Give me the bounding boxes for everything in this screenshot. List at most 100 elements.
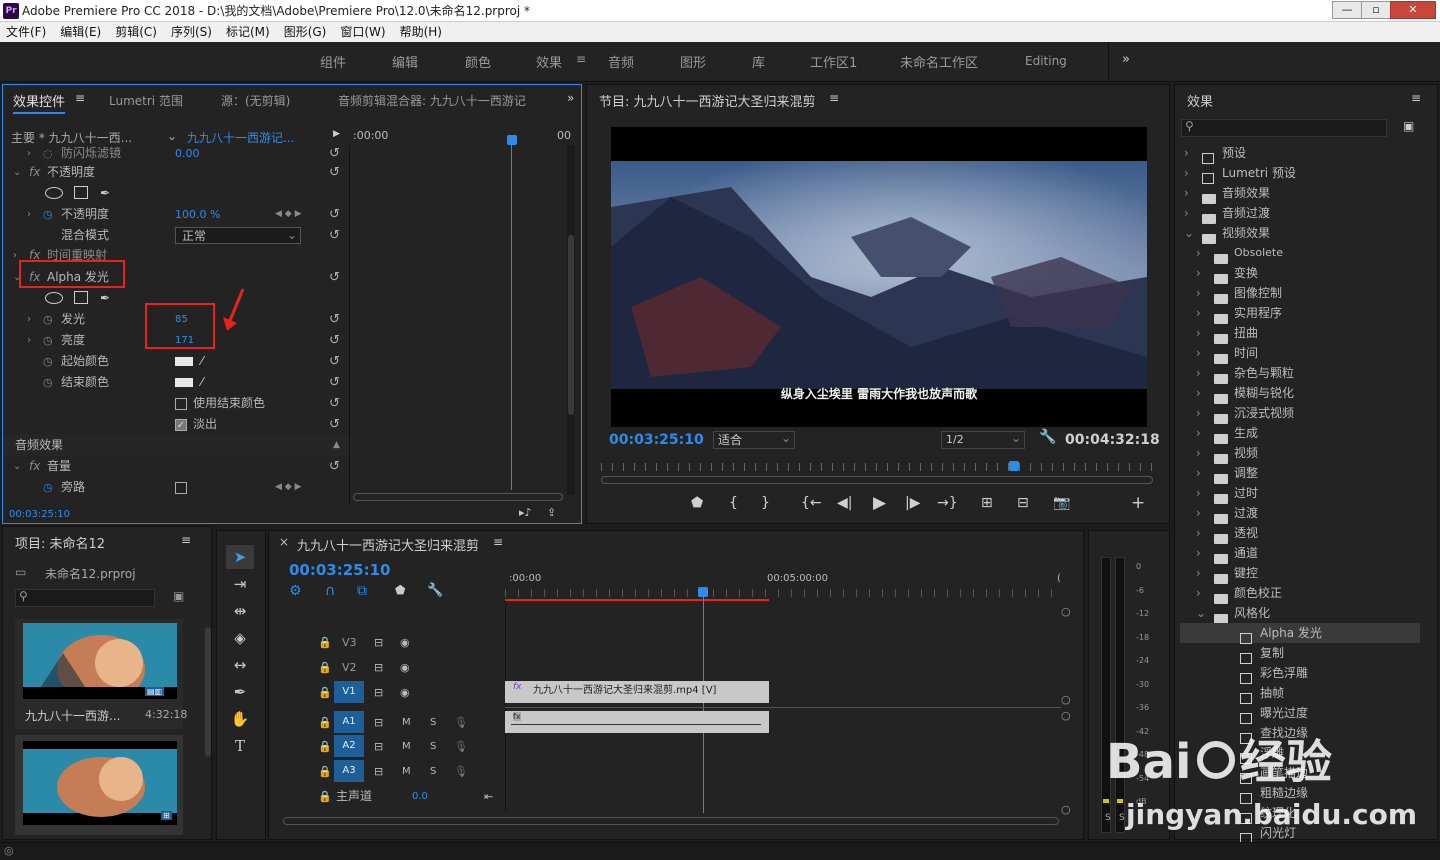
rect-mask-icon[interactable]: [74, 186, 88, 199]
effects-tree-item[interactable]: › 生成: [1180, 423, 1420, 444]
mute-button[interactable]: M: [402, 710, 411, 735]
workspace-tab-audio[interactable]: 音频: [608, 52, 634, 71]
fx-icon[interactable]: fx: [29, 162, 40, 183]
ec-vscroll-thumb[interactable]: [568, 235, 574, 415]
video-clip[interactable]: fx 九九八十一西游记大圣归来混剪.mp4 [V]: [505, 681, 769, 703]
ripple-edit-tool-icon[interactable]: ⇹: [226, 599, 254, 623]
workspace-tab-libraries[interactable]: 库: [752, 52, 765, 71]
expand-arrow-icon[interactable]: ›: [1196, 323, 1201, 343]
workspace-tab-editing[interactable]: 编辑: [392, 52, 418, 71]
ellipse-mask-icon[interactable]: [45, 187, 63, 199]
rect-mask-icon[interactable]: [74, 291, 88, 304]
pen-mask-icon[interactable]: ✒: [100, 288, 110, 309]
effects-tree-item[interactable]: › 扭曲: [1180, 323, 1420, 344]
collapse-arrow-icon[interactable]: ⌄: [1184, 223, 1194, 243]
eye-icon[interactable]: ◉: [400, 630, 410, 655]
effect-controls-menu-icon[interactable]: ≡: [75, 91, 85, 105]
tab-effect-controls[interactable]: 效果控件: [13, 91, 66, 114]
expand-arrow-icon[interactable]: ›: [1184, 143, 1189, 163]
menu-graphics[interactable]: 图形(G): [284, 22, 327, 42]
workspace-tab-assembly[interactable]: 组件: [320, 52, 346, 71]
effects-tree-item[interactable]: › 过渡: [1180, 503, 1420, 524]
expand-arrow-icon[interactable]: ›: [1184, 183, 1189, 203]
expand-arrow-icon[interactable]: ›: [1196, 263, 1201, 283]
lock-icon[interactable]: 🔒: [318, 759, 332, 784]
mic-icon[interactable]: 🎙: [454, 734, 468, 759]
reset-icon[interactable]: ↺: [329, 225, 340, 246]
keyframe-nav-icon[interactable]: ◀ ◆ ▶: [275, 204, 302, 225]
extract-icon[interactable]: ⊟: [1017, 495, 1029, 511]
effects-tree-item[interactable]: › 时间: [1180, 343, 1420, 364]
ec-hscroll[interactable]: [353, 493, 563, 501]
effects-tree-item[interactable]: 彩色浮雕: [1180, 663, 1420, 684]
expand-arrow-icon[interactable]: ›: [27, 309, 31, 330]
sync-lock-icon[interactable]: ⊟: [374, 710, 383, 735]
fade-out-checkbox[interactable]: ✓: [175, 419, 187, 431]
close-button[interactable]: ✕: [1390, 1, 1436, 19]
use-end-color-checkbox[interactable]: [175, 398, 187, 410]
effects-tree-item[interactable]: ⌄ 风格化: [1180, 603, 1420, 624]
reset-icon[interactable]: ↺: [329, 267, 340, 288]
stopwatch-icon[interactable]: ◷: [43, 477, 53, 498]
mark-out-icon[interactable]: }: [761, 495, 770, 511]
slip-tool-icon[interactable]: ↔: [226, 653, 254, 677]
expand-arrow-icon[interactable]: ›: [13, 245, 17, 266]
program-ruler[interactable]: [601, 463, 1153, 471]
effects-tree-item[interactable]: Alpha 发光: [1180, 623, 1420, 644]
razor-tool-icon[interactable]: ◈: [226, 626, 254, 650]
expand-arrow-icon[interactable]: ›: [1196, 463, 1201, 483]
track-a2-label[interactable]: A2: [334, 735, 364, 757]
expand-arrow-icon[interactable]: ›: [1196, 523, 1201, 543]
expand-arrow-icon[interactable]: ›: [1196, 583, 1201, 603]
timeline-menu-icon[interactable]: ≡: [493, 535, 503, 549]
expand-arrow-icon[interactable]: ›: [1196, 243, 1201, 263]
filter-icon[interactable]: ▸♪: [519, 506, 532, 519]
add-marker-icon[interactable]: ⬟: [395, 583, 405, 597]
effects-tree-item[interactable]: › 通道: [1180, 543, 1420, 564]
eye-icon[interactable]: ◉: [400, 655, 410, 680]
end-color-swatch[interactable]: [175, 378, 193, 387]
effects-tree-item[interactable]: › 预设: [1180, 143, 1420, 164]
menu-window[interactable]: 窗口(W): [340, 22, 385, 42]
timeline-vzoom-bottom[interactable]: ○: [1061, 803, 1071, 816]
timeline-ruler[interactable]: [505, 589, 1061, 597]
reset-icon[interactable]: ↺: [329, 330, 340, 351]
eye-icon[interactable]: ◉: [400, 680, 410, 705]
step-forward-icon[interactable]: |▶: [905, 495, 920, 511]
expand-arrow-icon[interactable]: ›: [1184, 163, 1189, 183]
expand-arrow-icon[interactable]: ›: [1196, 503, 1201, 523]
effects-tree-item[interactable]: › 实用程序: [1180, 303, 1420, 324]
effects-tree-item[interactable]: › 过时: [1180, 483, 1420, 504]
workspace-tab-untitled[interactable]: 未命名工作区: [900, 52, 978, 71]
sync-lock-icon[interactable]: ⊟: [374, 680, 383, 705]
ec-timecode[interactable]: 00:03:25:10: [9, 509, 70, 520]
snap-magnet-icon[interactable]: ∩: [325, 583, 335, 599]
close-tab-icon[interactable]: ×: [279, 535, 289, 549]
workspace-overflow-icon[interactable]: »: [1122, 52, 1130, 67]
go-to-end-icon[interactable]: ⇤: [484, 784, 493, 809]
menu-file[interactable]: 文件(F): [6, 22, 46, 42]
reset-icon[interactable]: ↺: [329, 372, 340, 393]
linked-selection-icon[interactable]: ⧉: [357, 583, 367, 599]
tab-source[interactable]: 源：(无剪辑): [221, 92, 290, 109]
track-v3-label[interactable]: V3: [342, 630, 357, 655]
expand-arrow-icon[interactable]: ›: [1196, 303, 1201, 323]
effects-search-input[interactable]: [1181, 119, 1387, 137]
go-to-in-icon[interactable]: {←: [801, 495, 822, 511]
menu-help[interactable]: 帮助(H): [400, 22, 442, 42]
audio-clip[interactable]: fx: [505, 711, 769, 733]
mute-button[interactable]: M: [402, 734, 411, 759]
mic-icon[interactable]: 🎙: [454, 759, 468, 784]
timeline-playhead-handle[interactable]: [698, 587, 708, 597]
workspace-tab-editing-en[interactable]: Editing: [1025, 54, 1067, 68]
program-timecode[interactable]: 00:03:25:10: [609, 432, 704, 448]
solo-button[interactable]: S: [430, 759, 436, 784]
export-frame-icon[interactable]: 📷: [1053, 495, 1070, 511]
hand-tool-icon[interactable]: ✋: [226, 707, 254, 731]
timeline-timecode[interactable]: 00:03:25:10: [289, 561, 391, 579]
lock-icon[interactable]: 🔒: [318, 710, 332, 735]
clip-dropdown-icon[interactable]: ⌄: [167, 129, 177, 143]
expand-arrow-icon[interactable]: ›: [1196, 543, 1201, 563]
lock-icon[interactable]: 🔒: [318, 655, 332, 680]
workspace-tab-effects[interactable]: 效果: [536, 52, 562, 71]
